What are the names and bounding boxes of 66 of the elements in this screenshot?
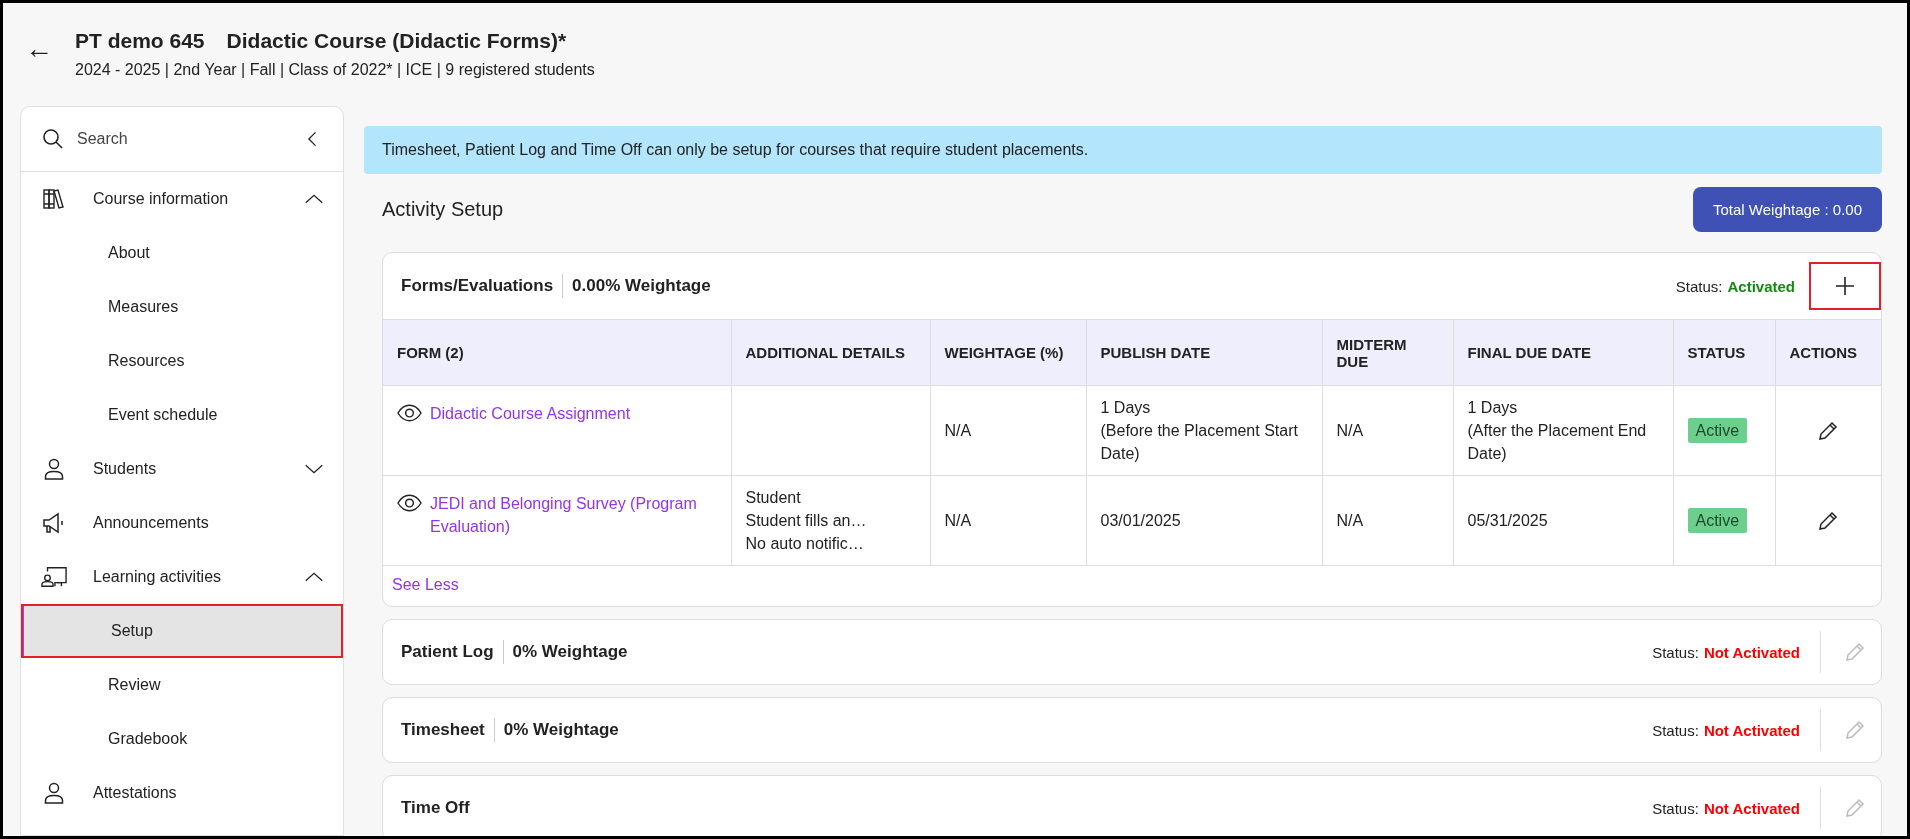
eye-icon[interactable] — [397, 404, 422, 422]
books-icon — [41, 187, 67, 211]
status-label: Status: — [1652, 643, 1699, 661]
status-badge: Active — [1687, 507, 1748, 533]
sidebar-subitem[interactable]: Event schedule — [21, 388, 343, 442]
column-header: WEIGHTAGE (%) — [930, 319, 1086, 386]
status-value: Not Activated — [1703, 799, 1800, 817]
status-label: Status: — [1652, 721, 1699, 739]
status-value: Not Activated — [1703, 721, 1800, 739]
see-less-link[interactable]: See Less — [392, 576, 459, 593]
activity-title: Patient Log — [401, 642, 494, 662]
column-header: PUBLISH DATE — [1086, 319, 1322, 386]
column-header: STATUS — [1673, 319, 1775, 386]
activity-weightage: 0.00% Weightage — [572, 276, 711, 296]
eye-icon[interactable] — [397, 494, 422, 512]
status-value: Activated — [1727, 277, 1795, 295]
classroom-icon — [41, 565, 67, 589]
course-code: PT demo 645 — [75, 29, 205, 53]
activity-weightage: 0% Weightage — [503, 720, 619, 740]
sidebar-subitem[interactable]: Resources — [21, 334, 343, 388]
plus-icon — [1833, 274, 1857, 298]
info-banner: Timesheet, Patient Log and Time Off can only be setup for courses that require student placements. — [364, 126, 1882, 174]
sidebar-item[interactable]: Course information — [21, 172, 343, 226]
activity-title: Time Off — [401, 798, 470, 818]
table-cell: N/A — [1336, 511, 1364, 529]
column-header: MIDTERM DUE — [1322, 319, 1453, 386]
table-cell-text: Student fills an… — [745, 510, 868, 531]
sidebar-subitem[interactable]: Setup — [21, 604, 343, 658]
table-cell-text: Student — [745, 487, 802, 508]
column-header: ADDITIONAL DETAILS — [731, 319, 930, 386]
status-badge: Active — [1687, 417, 1748, 443]
activity-title: Timesheet — [401, 720, 485, 740]
status-value: Not Activated — [1703, 643, 1800, 661]
sidebar-subitem[interactable]: About — [21, 226, 343, 280]
table-cell: N/A — [944, 511, 972, 529]
table-cell-text: 1 Days (After the Placement End Date) — [1467, 397, 1648, 465]
table-cell-text: 03/01/2025 — [1100, 510, 1182, 531]
sidebar-item[interactable]: Attestations — [21, 766, 343, 820]
form-link[interactable]: Didactic Course Assignment — [430, 402, 631, 426]
sidebar-item[interactable]: Announcements — [21, 496, 343, 550]
search-icon — [41, 127, 65, 151]
sidebar-item[interactable]: Learning activities — [21, 550, 343, 604]
sidebar-subitem[interactable]: Review — [21, 658, 343, 712]
back-button[interactable]: ← — [25, 35, 53, 63]
status-label: Status: — [1652, 799, 1699, 817]
column-header: FINAL DUE DATE — [1453, 319, 1673, 386]
status-label: Status: — [1675, 277, 1723, 295]
activity-weightage: 0% Weightage — [512, 642, 628, 662]
course-title: Didactic Course (Didactic Forms)* — [226, 29, 567, 53]
table-cell-text: No auto notific… — [745, 534, 865, 555]
search-field[interactable]: Search — [75, 129, 293, 149]
activity-title: Forms/Evaluations — [401, 276, 554, 296]
section-title: Activity Setup — [382, 198, 504, 221]
total-weightage-button[interactable]: Total Weightage : 0.00 — [1693, 187, 1882, 232]
sidebar-subitem[interactable]: Measures — [21, 280, 343, 334]
add-button[interactable] — [1809, 262, 1881, 310]
column-header: ACTIONS — [1775, 319, 1881, 386]
table-cell-text: 05/31/2025 — [1467, 510, 1549, 531]
sidebar-item[interactable]: Students — [21, 442, 343, 496]
form-link[interactable]: JEDI and Belonging Survey (Program Evaluation) — [430, 492, 717, 539]
table-cell-text: 1 Days (Before the Placement Start Date) — [1100, 397, 1299, 465]
sidebar-subitem[interactable]: Gradebook — [21, 712, 343, 766]
table-cell: N/A — [944, 421, 972, 439]
table-cell: N/A — [1336, 421, 1364, 439]
column-header: FORM (2) — [383, 319, 731, 386]
course-subtitle: 2024 - 2025 | 2nd Year | Fall | Class of 2022* | ICE | 9 registered students — [75, 61, 595, 79]
